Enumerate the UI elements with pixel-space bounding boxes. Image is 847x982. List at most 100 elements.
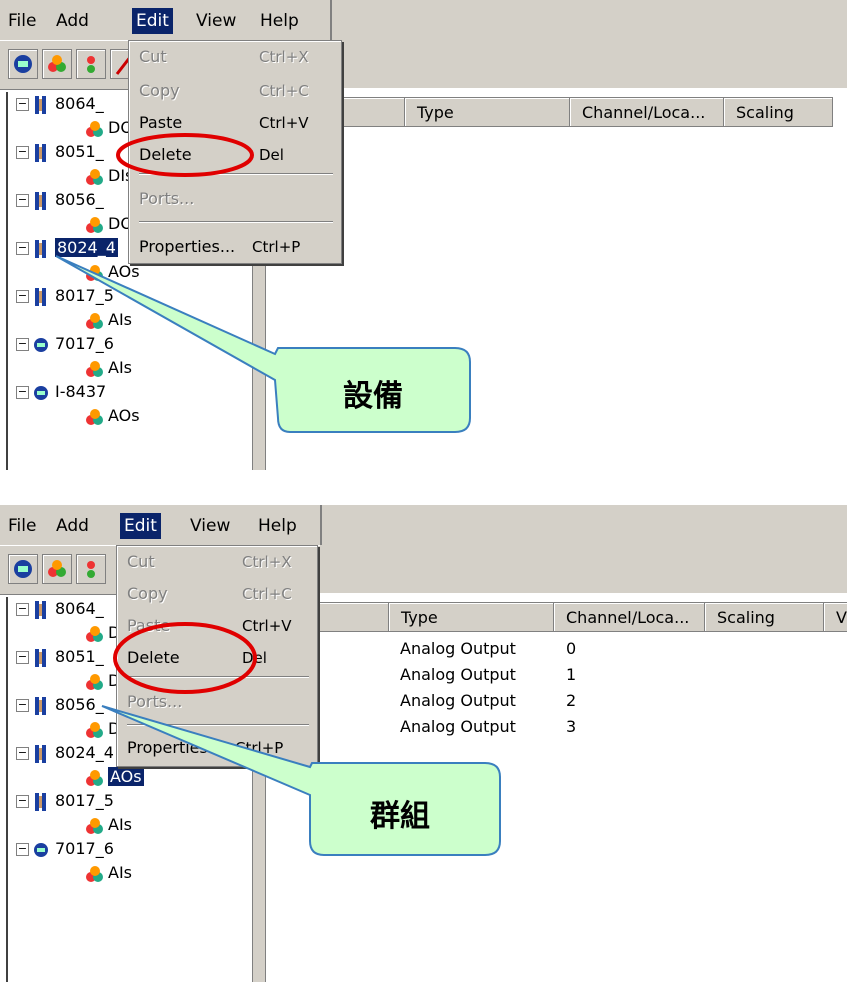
dots-icon-button[interactable] (76, 554, 106, 584)
tree-border (6, 92, 8, 470)
tree-node-group-selected[interactable]: AOs (84, 765, 144, 789)
tree-node-group[interactable]: AIs (84, 356, 132, 380)
collapse-icon[interactable]: − (16, 338, 29, 351)
device-icon (35, 600, 46, 619)
menu-separator (139, 173, 333, 175)
tree-node-device[interactable]: − 8051_ (16, 645, 104, 669)
collapse-icon[interactable]: − (16, 651, 29, 664)
tree-node-device[interactable]: − 7017_6 (16, 332, 114, 356)
device-label: 8017_5 (55, 791, 114, 810)
collapse-icon[interactable]: − (16, 290, 29, 303)
menu-view[interactable]: View (192, 8, 240, 34)
tree-node-device[interactable]: − 7017_6 (16, 837, 114, 861)
dots-icon-button[interactable] (76, 49, 106, 79)
group-icon (86, 721, 103, 738)
column-header-scaling[interactable]: Scaling (723, 97, 833, 127)
menu-help[interactable]: Help (256, 8, 303, 34)
device-label: 8051_ (55, 647, 104, 666)
column-header-channel[interactable]: Channel/Loca... (569, 97, 724, 127)
menu-view[interactable]: View (186, 513, 234, 539)
collapse-icon[interactable]: − (16, 386, 29, 399)
menu-separator (127, 724, 309, 726)
device-label: 8017_5 (55, 286, 114, 305)
column-header-scaling[interactable]: Scaling (704, 602, 824, 632)
menu-edit[interactable]: Edit (120, 513, 161, 539)
module-icon (34, 842, 48, 857)
menu-properties[interactable]: Properties... (139, 235, 235, 259)
group-icon (86, 625, 103, 642)
group-icon (86, 360, 103, 377)
collapse-icon[interactable]: − (16, 699, 29, 712)
collapse-icon[interactable]: − (16, 747, 29, 760)
menu-copy[interactable]: Copy (127, 582, 168, 606)
group-label: AIs (108, 310, 132, 329)
menu-paste[interactable]: Paste (127, 614, 170, 638)
row-type: Analog Output (400, 639, 516, 658)
row-type: Analog Output (400, 691, 516, 710)
column-header-type[interactable]: Type (404, 97, 570, 127)
device-label: I-8437 (55, 382, 107, 401)
module-icon-button[interactable] (8, 554, 38, 584)
collapse-icon[interactable]: − (16, 795, 29, 808)
module-icon (34, 337, 48, 352)
menu-properties[interactable]: Properties... (127, 736, 223, 760)
group-label: AIs (108, 815, 132, 834)
tree-node-device-selected[interactable]: − 8024_4 (16, 236, 118, 260)
menu-file[interactable]: File (4, 8, 40, 34)
menu-bar: File Add Edit View Help (0, 0, 332, 40)
tree-node-device[interactable]: − 8051_ (16, 140, 104, 164)
device-label: 7017_6 (55, 839, 114, 858)
tree-node-device[interactable]: − 8064_ (16, 92, 104, 116)
tree-node-device[interactable]: − I-8437 (16, 380, 106, 404)
column-header-type[interactable]: Type (388, 602, 554, 632)
tree-node-device[interactable]: − 8064_ (16, 597, 104, 621)
menu-paste[interactable]: Paste (139, 111, 182, 135)
collapse-icon[interactable]: − (16, 98, 29, 111)
collapse-icon[interactable]: − (16, 843, 29, 856)
tree-node-group[interactable]: DO (84, 116, 133, 140)
tree-node-group[interactable]: AOs (84, 404, 140, 428)
menu-edit[interactable]: Edit (132, 8, 173, 34)
tree-node-device[interactable]: − 8056_ (16, 188, 104, 212)
menu-copy[interactable]: Copy (139, 79, 180, 103)
tree-node-device[interactable]: − 8017_5 (16, 284, 114, 308)
menu-ports[interactable]: Ports... (139, 187, 194, 211)
tree-node-group[interactable]: AIs (84, 308, 132, 332)
collapse-icon[interactable]: − (16, 146, 29, 159)
column-header-extra[interactable]: V (823, 602, 847, 632)
group-icon-button[interactable] (42, 49, 72, 79)
tree-node-device[interactable]: − 8056_ (16, 693, 104, 717)
module-icon-button[interactable] (8, 49, 38, 79)
module-icon (34, 385, 48, 400)
menu-copy-shortcut: Ctrl+C (242, 585, 292, 603)
tree-node-group[interactable]: DO (84, 212, 133, 236)
menu-delete[interactable]: Delete (139, 143, 192, 167)
menu-cut-shortcut: Ctrl+X (259, 48, 309, 66)
menu-add[interactable]: Add (52, 8, 93, 34)
collapse-icon[interactable]: − (16, 603, 29, 616)
device-icon (35, 792, 46, 811)
tree-node-device[interactable]: − 8024_4 (16, 741, 114, 765)
tree-node-group[interactable]: DIs (84, 164, 133, 188)
column-header-channel[interactable]: Channel/Loca... (553, 602, 705, 632)
tree-node-group[interactable]: AIs (84, 861, 132, 885)
module-icon (14, 55, 32, 73)
group-icon-button[interactable] (42, 554, 72, 584)
tree-node-group[interactable]: AIs (84, 813, 132, 837)
menu-file[interactable]: File (4, 513, 40, 539)
menu-cut[interactable]: Cut (139, 45, 167, 69)
menu-ports[interactable]: Ports... (127, 690, 182, 714)
device-label: 8056_ (55, 190, 104, 209)
menu-cut[interactable]: Cut (127, 550, 155, 574)
callout-label-device: 設備 (343, 379, 403, 414)
menu-delete[interactable]: Delete (127, 646, 180, 670)
group-icon (86, 264, 103, 281)
tree-node-device[interactable]: − 8017_5 (16, 789, 114, 813)
device-label: 8024_4 (55, 743, 114, 762)
collapse-icon[interactable]: − (16, 242, 29, 255)
group-icon (48, 560, 66, 577)
collapse-icon[interactable]: − (16, 194, 29, 207)
menu-add[interactable]: Add (52, 513, 93, 539)
menu-help[interactable]: Help (254, 513, 301, 539)
title-area (320, 505, 847, 593)
